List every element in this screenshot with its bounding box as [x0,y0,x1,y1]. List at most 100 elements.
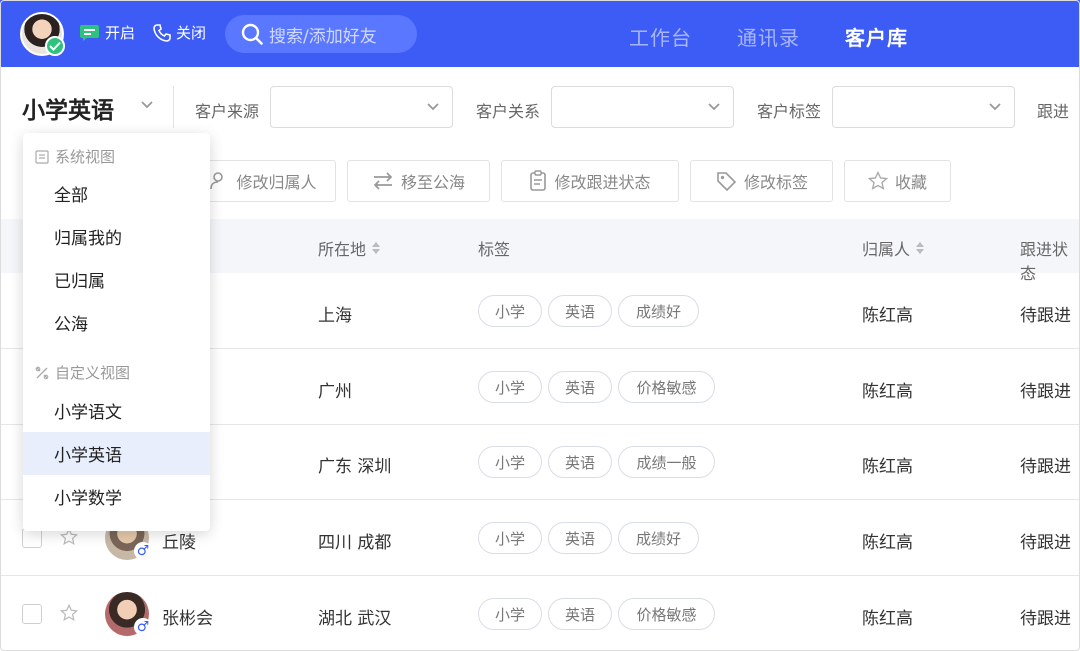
male-icon: ♂ [134,542,152,560]
chevron-down-icon[interactable] [140,100,154,110]
change-tags-button[interactable]: 修改标签 [690,160,833,202]
view-item-primary-math[interactable]: 小学数学 [23,475,210,518]
favorite-button[interactable]: 收藏 [844,160,951,202]
status-close-toggle[interactable]: 关闭 [153,22,206,43]
row-owner: 陈红高 [862,382,913,402]
table-row[interactable]: ♂ 张彬会 湖北 武汉 小学 英语 价格敏感 陈红高 待跟进 [0,576,1080,651]
column-owner-label: 归属人 [862,240,911,259]
row-tag: 小学 [478,522,542,554]
user-edit-icon [210,172,224,190]
row-tag: 价格敏感 [618,598,715,630]
search-icon [241,23,263,45]
star-icon [867,171,888,190]
favorite-label: 收藏 [894,173,927,192]
change-followup-button[interactable]: 修改跟进状态 [501,160,679,202]
customer-source-select[interactable] [270,86,453,128]
row-owner: 陈红高 [862,533,913,553]
tag-icon [717,172,737,192]
column-owner[interactable]: 归属人 [862,236,925,260]
search-input[interactable]: 搜索/添加好友 [225,15,417,53]
chat-icon [80,24,99,41]
divider [173,86,174,128]
row-location: 湖北 武汉 [318,609,392,629]
chevron-down-icon [989,103,1001,111]
view-item-all[interactable]: 全部 [23,172,210,215]
row-name[interactable]: 丘陵 [162,528,196,553]
view-item-mine[interactable]: 归属我的 [23,215,210,258]
row-owner: 陈红高 [862,306,913,326]
row-tag: 成绩好 [618,295,699,327]
row-tag: 英语 [548,598,612,630]
move-to-pool-label: 移至公海 [400,173,465,192]
view-item-primary-chinese[interactable]: 小学语文 [23,389,210,432]
custom-views-label: 自定义视图 [55,364,131,382]
change-tags-label: 修改标签 [743,173,808,192]
male-icon: ♂ [134,618,152,636]
customer-tag-select[interactable] [832,86,1015,128]
search-placeholder: 搜索/添加好友 [269,26,377,47]
tools-icon [35,366,49,379]
status-close-label: 关闭 [176,24,207,42]
system-views-group: 系统视图 [35,146,115,167]
row-tag: 小学 [478,446,542,478]
row-status: 待跟进 [1020,533,1071,553]
row-status: 待跟进 [1020,382,1071,402]
view-item-assigned[interactable]: 已归属 [23,258,210,301]
system-views-label: 系统视图 [55,148,116,166]
customer-relation-select[interactable] [551,86,734,128]
sort-icon[interactable] [372,242,381,254]
tab-contacts[interactable]: 通讯录 [737,22,800,51]
row-tag: 英语 [548,371,612,403]
customer-relation-label: 客户关系 [476,102,541,121]
row-location: 广州 [318,382,352,402]
row-owner: 陈红高 [862,457,913,477]
change-owner-button[interactable]: 修改归属人 [190,160,336,202]
row-checkbox[interactable] [22,604,42,624]
online-check-icon [45,36,65,56]
row-status: 待跟进 [1020,306,1071,326]
row-location: 上海 [318,306,352,326]
row-tag: 小学 [478,598,542,630]
followup-filter-label: 跟进 [1037,102,1070,121]
row-tag: 价格敏感 [618,371,715,403]
top-navigation-bar: 开启 关闭 搜索/添加好友 工作台 通讯录 客户库 [0,0,1080,67]
row-tag: 英语 [548,522,612,554]
change-owner-label: 修改归属人 [236,173,317,192]
column-location[interactable]: 所在地 [318,236,381,260]
row-status: 待跟进 [1020,457,1071,477]
row-tag: 小学 [478,371,542,403]
view-item-primary-english[interactable]: 小学英语 [23,432,210,475]
row-owner: 陈红高 [862,609,913,629]
customer-source-label: 客户来源 [195,102,260,121]
view-item-public-pool[interactable]: 公海 [23,301,210,344]
custom-views-group: 自定义视图 [35,362,130,383]
transfer-icon [373,172,393,190]
clipboard-icon [530,170,547,191]
status-open-toggle[interactable]: 开启 [79,22,135,43]
current-view-title[interactable]: 小学英语 [22,91,114,125]
tab-customer-library[interactable]: 客户库 [845,22,908,51]
list-icon [35,149,49,164]
view-dropdown-menu: 系统视图 全部 归属我的 已归属 公海 自定义视图 小学语文 小学英语 小学数学 [23,133,210,531]
column-location-label: 所在地 [318,240,367,259]
tab-workbench[interactable]: 工作台 [629,22,692,51]
row-tag: 成绩一般 [618,446,715,478]
sort-icon[interactable] [916,242,925,254]
row-location: 广东 深圳 [318,457,392,477]
move-to-pool-button[interactable]: 移至公海 [347,160,490,202]
row-tag: 成绩好 [618,522,699,554]
chevron-down-icon [427,103,439,111]
row-tag: 英语 [548,295,612,327]
star-icon[interactable] [60,604,78,622]
row-status: 待跟进 [1020,609,1071,629]
customer-tag-label: 客户标签 [757,102,822,121]
row-tag: 小学 [478,295,542,327]
phone-icon [153,23,171,42]
row-name[interactable]: 张彬会 [162,604,213,629]
row-location: 四川 成都 [318,533,392,553]
status-open-label: 开启 [105,24,136,42]
change-followup-label: 修改跟进状态 [554,173,651,192]
row-checkbox[interactable] [22,528,42,548]
row-tag: 英语 [548,446,612,478]
chevron-down-icon [708,103,720,111]
